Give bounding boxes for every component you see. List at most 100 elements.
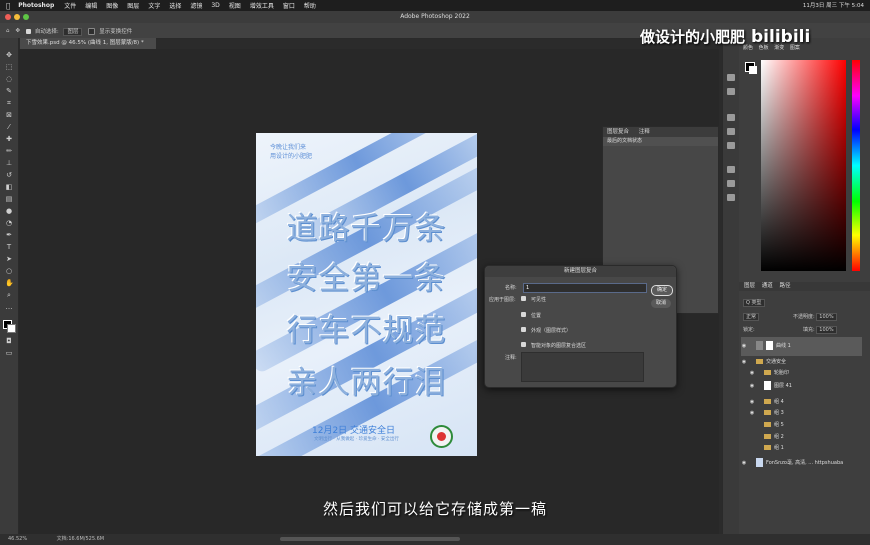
- glyphs-icon[interactable]: [727, 142, 735, 149]
- close-window-icon[interactable]: [5, 14, 11, 20]
- menu-3d[interactable]: 3D: [211, 2, 219, 9]
- last-document-state-row[interactable]: 最后的文档状态: [603, 137, 718, 146]
- home-icon[interactable]: ⌂: [6, 28, 10, 34]
- layer-name: 图层 41: [774, 383, 792, 389]
- move-icon[interactable]: ✥: [5, 52, 13, 59]
- quick-select-icon[interactable]: ✎: [5, 88, 13, 95]
- brush-icon[interactable]: ✏: [5, 148, 13, 155]
- layer-comps-icon[interactable]: [727, 166, 735, 173]
- eye-icon[interactable]: ◉: [741, 337, 747, 356]
- healing-icon[interactable]: ✚: [5, 136, 13, 143]
- menu-window[interactable]: 窗口: [283, 1, 295, 10]
- tab-notes[interactable]: 注释: [639, 129, 650, 135]
- adjustments-icon[interactable]: [727, 194, 735, 201]
- dodge-icon[interactable]: ◔: [5, 220, 13, 227]
- eyedropper-icon[interactable]: ⁄: [5, 124, 13, 131]
- zoom-level[interactable]: 46.52%: [8, 536, 27, 542]
- layer-row[interactable]: ◉ FonSnzo毫, 高清, ... httpshuaba: [741, 458, 862, 471]
- position-checkbox[interactable]: [521, 312, 526, 317]
- hue-slider[interactable]: [852, 60, 860, 271]
- eye-icon[interactable]: ◉: [749, 408, 755, 419]
- eye-icon[interactable]: ◉: [749, 381, 755, 392]
- ok-button[interactable]: 确定: [651, 285, 673, 296]
- minimize-window-icon[interactable]: [14, 14, 20, 20]
- visibility-checkbox[interactable]: [521, 296, 526, 301]
- blend-mode-dropdown[interactable]: 正常: [743, 313, 760, 321]
- move-tool-icon[interactable]: ✥: [16, 28, 21, 34]
- layer-row[interactable]: 组 1: [741, 443, 870, 454]
- pen-icon[interactable]: ✒: [5, 232, 13, 239]
- eye-icon[interactable]: ◉: [741, 357, 747, 368]
- cancel-button[interactable]: 取消: [651, 299, 671, 308]
- zoom-window-icon[interactable]: [23, 14, 29, 20]
- character-icon[interactable]: [727, 114, 735, 121]
- folder-icon: [764, 445, 771, 450]
- shape-icon[interactable]: ○: [5, 268, 13, 275]
- layer-row[interactable]: ◉ 组 3: [741, 408, 870, 419]
- blur-icon[interactable]: ●: [5, 208, 13, 215]
- color-picker-field[interactable]: [761, 60, 846, 271]
- menu-help[interactable]: 帮助: [304, 1, 316, 10]
- fill-input[interactable]: 100%: [816, 326, 837, 334]
- background-color-swatch[interactable]: [7, 324, 16, 333]
- menu-image[interactable]: 图像: [106, 1, 118, 10]
- name-input[interactable]: 1: [523, 283, 647, 293]
- auto-select-dropdown[interactable]: 图层: [63, 27, 83, 36]
- eraser-icon[interactable]: ◧: [5, 184, 13, 191]
- eye-icon[interactable]: ◉: [749, 368, 755, 379]
- layer-row[interactable]: 组 2: [741, 432, 870, 443]
- apple-icon[interactable]: : [6, 2, 10, 10]
- path-select-icon[interactable]: ➤: [5, 256, 13, 263]
- show-transform-checkbox[interactable]: [88, 27, 96, 35]
- color-bg-swatch[interactable]: [749, 66, 757, 74]
- gradient-icon[interactable]: ▤: [5, 196, 13, 203]
- tab-paths[interactable]: 路径: [780, 283, 791, 289]
- screen-mode-icon[interactable]: ▭: [5, 350, 13, 357]
- menu-filter[interactable]: 滤镜: [190, 1, 202, 10]
- history-brush-icon[interactable]: ↺: [5, 172, 13, 179]
- hand-icon[interactable]: ✋: [5, 280, 14, 287]
- stamp-icon[interactable]: ⊥: [5, 160, 13, 167]
- horizontal-scrollbar[interactable]: [280, 537, 460, 541]
- properties-icon[interactable]: [727, 180, 735, 187]
- eye-icon[interactable]: ◉: [741, 458, 747, 469]
- layer-kind-label: Q 类型: [743, 299, 765, 307]
- menu-view[interactable]: 视图: [229, 1, 241, 10]
- menu-select[interactable]: 选择: [169, 1, 181, 10]
- menu-type[interactable]: 文字: [148, 1, 160, 10]
- frame-icon[interactable]: ⊠: [5, 112, 13, 119]
- history-icon[interactable]: [727, 74, 735, 81]
- type-icon[interactable]: T: [5, 244, 13, 251]
- layer-row[interactable]: ◉ 轮胎印: [741, 368, 870, 379]
- lasso-icon[interactable]: ◌: [5, 76, 13, 83]
- menu-layer[interactable]: 图层: [127, 1, 139, 10]
- opacity-input[interactable]: 100%: [816, 313, 837, 321]
- layer-row[interactable]: ◉ 交通安全: [741, 357, 862, 368]
- appearance-checkbox[interactable]: [521, 327, 526, 332]
- menu-file[interactable]: 文件: [64, 1, 76, 10]
- auto-select-checkbox[interactable]: [26, 28, 32, 34]
- zoom-icon[interactable]: ⌕: [5, 292, 13, 299]
- tab-layer-comps[interactable]: 图层复合: [607, 129, 629, 135]
- quick-mask-icon[interactable]: ◘: [5, 338, 13, 345]
- actions-icon[interactable]: [727, 88, 735, 95]
- menu-plugins[interactable]: 增效工具: [250, 1, 274, 10]
- layer-row[interactable]: ◉ 图层 41: [741, 381, 870, 394]
- menu-edit[interactable]: 编辑: [85, 1, 97, 10]
- tab-layers[interactable]: 图层: [744, 283, 755, 289]
- layer-row[interactable]: 组 5: [741, 420, 870, 431]
- document-tab[interactable]: 下雪效果.psd @ 46.5% (曲线 1, 图层蒙版/8) *: [20, 38, 156, 49]
- eye-icon[interactable]: ◉: [749, 397, 755, 408]
- comment-textarea[interactable]: [521, 352, 644, 382]
- tab-channels[interactable]: 通道: [762, 283, 773, 289]
- layer-row[interactable]: ◉ 曲线 1: [741, 337, 862, 356]
- crop-icon[interactable]: ⌗: [5, 100, 13, 107]
- menu-app-name[interactable]: Photoshop: [18, 2, 54, 9]
- smart-object-comp-checkbox[interactable]: [521, 342, 526, 347]
- marquee-icon[interactable]: ⬚: [5, 64, 13, 71]
- layer-kind-filter[interactable]: Q 类型: [743, 299, 765, 307]
- layer-row[interactable]: ◉ 组 4: [741, 397, 870, 408]
- paragraph-icon[interactable]: [727, 128, 735, 135]
- more-tools-icon[interactable]: …: [5, 304, 13, 311]
- watermark: 做设计的小肥肥 bilibili: [640, 26, 810, 47]
